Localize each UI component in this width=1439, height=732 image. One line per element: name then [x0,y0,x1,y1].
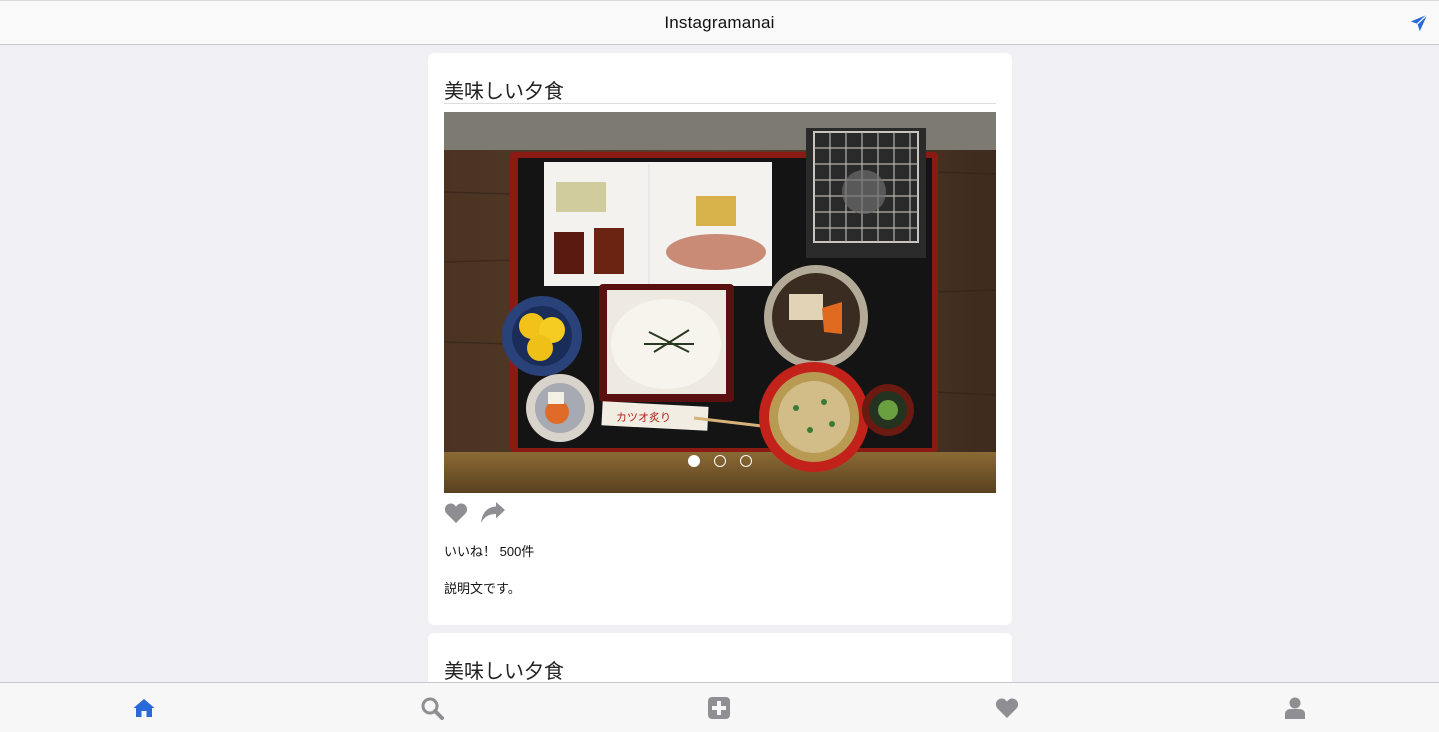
carousel-dot-3[interactable] [740,455,752,467]
tab-add-post[interactable] [576,683,864,732]
send-button[interactable] [1409,13,1429,33]
app-title: Instagramanai [664,12,775,32]
search-icon [421,697,444,720]
carousel-dot-2[interactable] [714,455,726,467]
home-icon [133,698,155,717]
share-button[interactable] [480,502,506,524]
top-navigation-bar: Instagramanai [0,0,1439,45]
carousel-indicator [444,455,996,467]
japanese-set-meal-photo: カツオ炙り [444,112,996,493]
heart-icon [444,503,468,523]
tab-home[interactable] [0,683,288,732]
carousel-dot-1[interactable] [688,455,700,467]
tab-search[interactable] [288,683,576,732]
post-card: 美味しい夕食 [428,633,1012,682]
paper-plane-icon [1410,14,1428,32]
bottom-tab-bar [0,682,1439,732]
plus-square-icon [708,696,731,719]
like-count: いいね！ 500件 [444,544,535,559]
tab-likes[interactable] [863,683,1151,732]
post-actions [444,501,996,525]
post-title: 美味しい夕食 [444,53,996,104]
post-description: 説明文です。 [444,581,521,596]
user-icon [1285,697,1306,719]
like-button[interactable] [444,502,468,524]
post-image-carousel[interactable]: カツオ炙り [444,112,996,493]
share-icon [481,502,505,523]
svg-text:カツオ炙り: カツオ炙り [616,410,671,424]
post-feed[interactable]: 美味しい夕食 カツオ炙り いいね！ 500件 説明文です。 美味しい夕食 [0,45,1439,682]
tab-profile[interactable] [1151,683,1439,732]
post-title: 美味しい夕食 [444,633,996,682]
heart-icon [996,698,1019,718]
post-card: 美味しい夕食 [428,53,1012,625]
